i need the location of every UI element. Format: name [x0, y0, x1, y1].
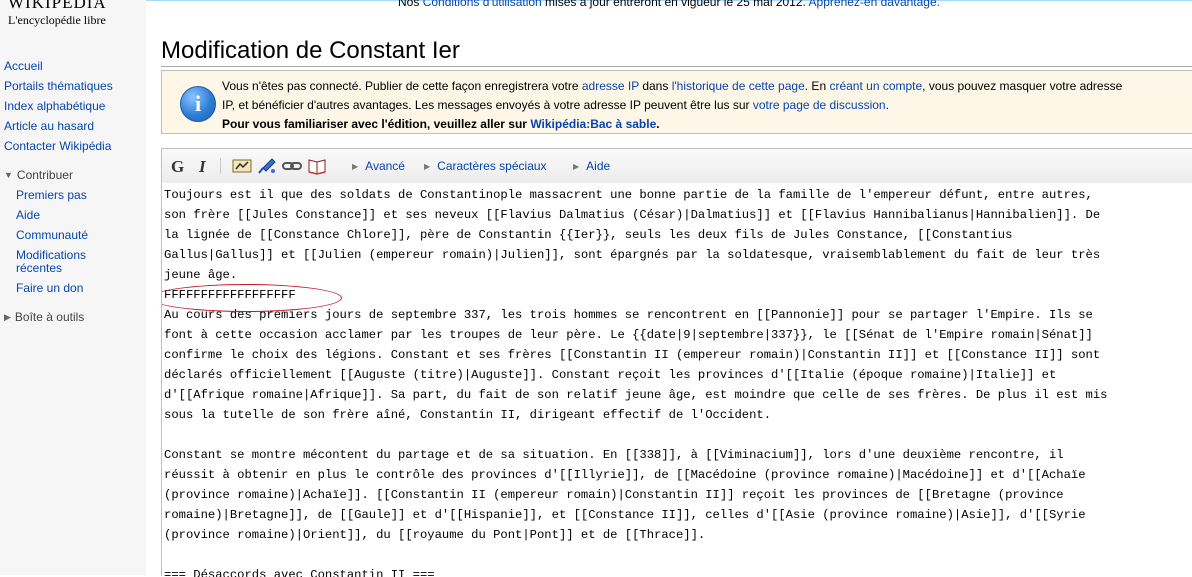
help-label: Aide — [586, 159, 611, 173]
sidebar-item-index[interactable]: Index alphabétique — [4, 99, 105, 113]
toolbar-separator — [220, 158, 221, 174]
caret-right-icon: ▶ — [4, 312, 11, 322]
link-page-discussion[interactable]: votre page de discussion — [753, 98, 886, 112]
text-line: romaine)|Bretagne]], de [[Gaule]] et d'[… — [164, 508, 1086, 522]
wikitext-editor: G I ▶ Avancé ▶ Caractères spéciaux ▶ Aid… — [161, 148, 1192, 577]
sidebar-item-portails[interactable]: Portails thématiques — [4, 79, 113, 93]
anon-text: Pour vous familiariser avec l'édition, v… — [222, 117, 531, 131]
site-notice-prefix: Nos — [398, 0, 423, 9]
signature-icon[interactable] — [232, 157, 252, 175]
anon-text: . — [656, 117, 660, 131]
sidebar: WIKIPEDIA L'encyclopédie libre Accueil P… — [0, 0, 147, 575]
anonymous-edit-notice: i Vous n'êtes pas connecté. Publier de c… — [161, 70, 1192, 134]
text-line: déclarés officiellement [[Auguste (titre… — [164, 368, 1057, 382]
sidebar-item-hasard[interactable]: Article au hasard — [4, 119, 94, 133]
contribuer-label: Contribuer — [16, 168, 73, 182]
sidebar-item-don[interactable]: Faire un don — [16, 281, 83, 295]
sidebar-item-accueil[interactable]: Accueil — [4, 59, 43, 73]
toolbar-special-chars[interactable]: ▶ Caractères spéciaux — [424, 159, 547, 173]
text-line: réussit à obtenir en plus le contrôle de… — [164, 468, 1086, 482]
text-line: la lignée de [[Constance Chlore]], père … — [164, 228, 1013, 242]
wikitext-textarea[interactable]: Toujours est il que des soldats de Const… — [162, 183, 1192, 577]
anon-notice-line-2: IP, et bénéficier d'autres avantages. Le… — [222, 98, 889, 112]
anon-text: Vous n'êtes pas connecté. Publier de cet… — [222, 79, 582, 93]
text-line: (province romaine)|Orient]], du [[royaum… — [164, 528, 706, 542]
sidebar-heading-contribuer[interactable]: ▼ Contribuer — [4, 168, 73, 182]
text-line: Au cours des premiers jours de septembre… — [164, 308, 1093, 322]
text-line-highlighted: FFFFFFFFFFFFFFFFFF — [164, 288, 296, 302]
italic-button[interactable]: I — [199, 157, 206, 177]
logo-tagline: L'encyclopédie libre — [8, 13, 106, 27]
sidebar-item-modifications-recentes[interactable]: Modifications récentes — [16, 249, 126, 275]
link-adresse-ip[interactable]: adresse IP — [582, 79, 639, 93]
sidebar-item-communaute[interactable]: Communauté — [16, 228, 88, 242]
toolbar-help[interactable]: ▶ Aide — [573, 159, 610, 173]
anon-notice-line-1: Vous n'êtes pas connecté. Publier de cet… — [222, 79, 1122, 93]
anon-text: IP, et bénéficier d'autres avantages. Le… — [222, 98, 753, 112]
edit-toolbar: G I ▶ Avancé ▶ Caractères spéciaux ▶ Aid… — [162, 149, 1192, 184]
text-line: (province romaine)|Achaïe]]. [[Constanti… — [164, 488, 1064, 502]
anon-text: dans — [639, 79, 672, 93]
text-line: === Désaccords avec Constantin II === — [164, 568, 435, 577]
triangle-right-icon: ▶ — [573, 162, 580, 171]
title-divider — [161, 66, 1192, 67]
sidebar-item-premiers-pas[interactable]: Premiers pas — [16, 188, 87, 202]
link-historique[interactable]: l'historique de cette page — [672, 79, 805, 93]
logo-wordmark: WIKIPEDIA — [8, 0, 107, 12]
text-line: confirme le choix des légions. Constant … — [164, 348, 1101, 362]
link-bac-a-sable[interactable]: Wikipédia:Bac à sable — [530, 117, 656, 131]
anon-text: . En — [804, 79, 830, 93]
sidebar-item-contact[interactable]: Contacter Wikipédia — [4, 139, 111, 153]
page-title: Modification de Constant Ier — [161, 37, 460, 64]
content-area: Nos Conditions d'utilisation mises à jou… — [146, 0, 1192, 577]
text-line: jeune âge. — [164, 268, 238, 282]
toolbar-advanced[interactable]: ▶ Avancé — [352, 159, 405, 173]
insert-link-pen-icon[interactable] — [257, 157, 277, 175]
site-notice-link-learn-more[interactable]: Apprenez-en davantage. — [809, 0, 940, 9]
text-line: son frère [[Jules Constance]] et ses nev… — [164, 208, 1101, 222]
site-notice-middle: mises à jour entreront en vigueur le 25 … — [541, 0, 809, 9]
site-notice: Nos Conditions d'utilisation mises à jou… — [146, 0, 1192, 9]
text-line: d'[[Afrique romaine|Afrique]]. Sa part, … — [164, 388, 1108, 402]
anon-notice-line-3: Pour vous familiariser avec l'édition, v… — [222, 117, 660, 131]
outils-label: Boîte à outils — [14, 310, 85, 324]
special-chars-label: Caractères spéciaux — [437, 159, 547, 173]
site-notice-link-conditions[interactable]: Conditions d'utilisation — [423, 0, 542, 9]
text-line: font à cette occasion acclamer par les t… — [164, 328, 1093, 342]
text-line: Constant se montre mécontent du partage … — [164, 448, 1064, 462]
sidebar-item-aide[interactable]: Aide — [16, 208, 40, 222]
text-line: Toujours est il que des soldats de Const… — [164, 188, 1093, 202]
chain-link-icon[interactable] — [282, 157, 302, 175]
triangle-right-icon: ▶ — [352, 162, 359, 171]
text-line: Gallus|Gallus]] et [[Julien (empereur ro… — [164, 248, 1101, 262]
bold-button[interactable]: G — [171, 157, 184, 177]
wikipedia-logo[interactable]: WIKIPEDIA L'encyclopédie libre — [8, 0, 138, 27]
text-line: sous la tutelle de son frère aîné, Const… — [164, 408, 772, 422]
caret-down-icon: ▼ — [4, 170, 13, 180]
sidebar-heading-outils[interactable]: ▶ Boîte à outils — [4, 310, 84, 324]
link-creer-compte[interactable]: créant un compte — [829, 79, 922, 93]
info-icon: i — [180, 86, 216, 122]
anon-text: . — [885, 98, 889, 112]
triangle-right-icon: ▶ — [424, 162, 431, 171]
embed-file-book-icon[interactable] — [307, 157, 327, 175]
anon-text: , vous pouvez masquer votre adresse — [922, 79, 1123, 93]
advanced-label: Avancé — [365, 159, 405, 173]
